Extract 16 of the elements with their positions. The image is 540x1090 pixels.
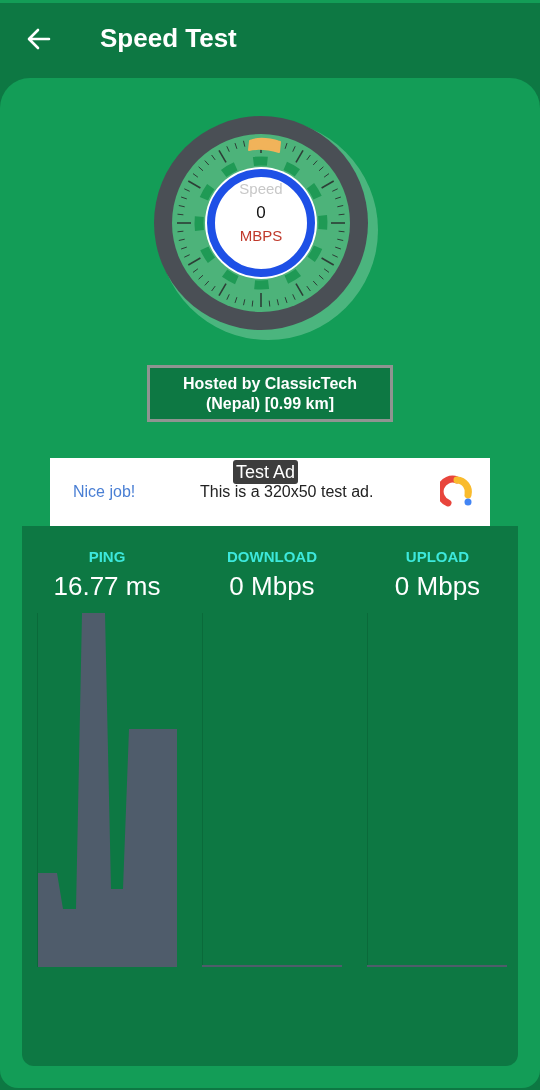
stat-label: PING — [88, 548, 126, 566]
back-arrow-icon[interactable] — [27, 27, 51, 50]
ad-headline: Nice job! — [73, 483, 137, 501]
ad-badge: Test Ad — [233, 460, 299, 484]
stat-value: 0 Mbps — [394, 571, 481, 601]
ad-logo-icon — [440, 475, 474, 509]
stat-value: 0 Mbps — [229, 571, 315, 601]
speed-unit: MBPS — [239, 227, 283, 245]
stat-value: 16.77 ms — [53, 571, 161, 601]
screen-title: Speed Test — [100, 23, 237, 54]
ad-banner[interactable]: Test Ad Nice job! This is a 320x50 test ad. — [50, 458, 490, 526]
server-info: Hosted by ClassicTech (Nepal) [0.99 km] — [147, 365, 393, 422]
stat-label: DOWNLOAD — [227, 548, 317, 566]
speed-value: 0 — [256, 203, 266, 223]
stat-label: UPLOAD — [405, 548, 470, 566]
ad-text: This is a 320x50 test ad. — [200, 483, 375, 501]
